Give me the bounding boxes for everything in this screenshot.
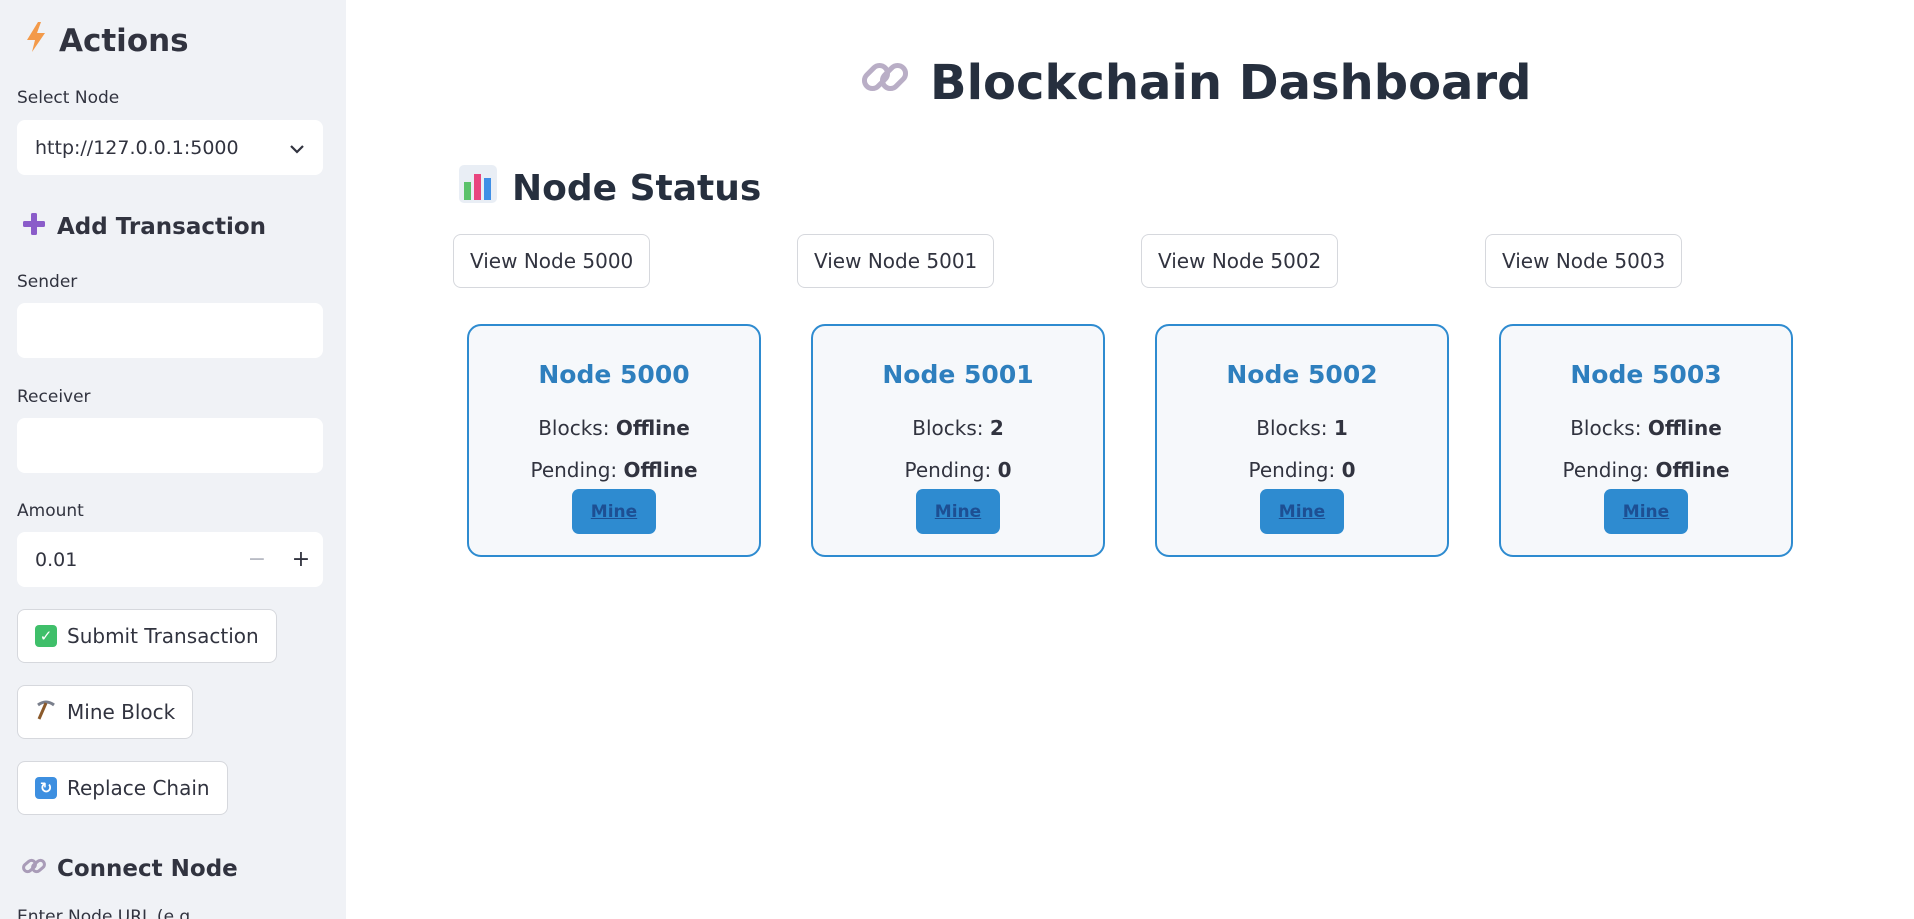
sidebar-title-text: Actions xyxy=(59,23,189,59)
pending-value: 0 xyxy=(1341,458,1356,482)
sidebar-title: Actions xyxy=(25,18,189,64)
node-blocks: Blocks: Offline xyxy=(469,416,759,440)
sender-label: Sender xyxy=(17,272,78,292)
replace-chain-label: Replace Chain xyxy=(67,776,210,800)
view-node-5001-button[interactable]: View Node 5001 xyxy=(797,234,995,288)
node-pending: Pending: 0 xyxy=(813,458,1103,482)
mine-block-label: Mine Block xyxy=(67,700,176,724)
node-url-label: Enter Node URL (e.g. xyxy=(17,907,196,919)
node-blocks: Blocks: Offline xyxy=(1501,416,1791,440)
mine-button[interactable]: Mine xyxy=(1604,489,1688,534)
node-card: Node 5000 Blocks: Offline Pending: Offli… xyxy=(467,324,761,557)
amount-stepper: 0.01 − + xyxy=(17,532,323,587)
blocks-label: Blocks: xyxy=(912,416,984,440)
pending-label: Pending: xyxy=(530,458,618,482)
check-icon: ✓ xyxy=(35,625,57,647)
select-node-dropdown[interactable]: http://127.0.0.1:5000 xyxy=(17,120,323,175)
lightning-icon xyxy=(25,21,47,61)
mine-block-button[interactable]: Mine Block xyxy=(17,685,194,739)
node-card-title: Node 5001 xyxy=(882,360,1034,389)
pending-value: Offline xyxy=(623,458,698,482)
node-card: Node 5001 Blocks: 2 Pending: 0 Mine xyxy=(811,324,1105,557)
sidebar: Actions Select Node http://127.0.0.1:500… xyxy=(0,0,346,919)
chevron-down-icon xyxy=(289,137,305,159)
connect-node-heading-text: Connect Node xyxy=(57,856,238,882)
blocks-label: Blocks: xyxy=(1570,416,1642,440)
submit-transaction-label: Submit Transaction xyxy=(67,624,259,648)
node-pending: Pending: 0 xyxy=(1157,458,1447,482)
node-card-title: Node 5003 xyxy=(1570,360,1722,389)
link-icon xyxy=(860,52,910,114)
amount-decrement-button[interactable]: − xyxy=(235,532,279,587)
page-title-text: Blockchain Dashboard xyxy=(930,55,1532,111)
blocks-value: 2 xyxy=(989,416,1004,440)
amount-label: Amount xyxy=(17,501,84,521)
pending-value: 0 xyxy=(997,458,1012,482)
pending-label: Pending: xyxy=(904,458,992,482)
pending-label: Pending: xyxy=(1562,458,1650,482)
mine-button[interactable]: Mine xyxy=(572,489,656,534)
node-pending: Pending: Offline xyxy=(1501,458,1791,482)
connect-node-heading: Connect Node xyxy=(21,852,238,886)
node-blocks: Blocks: 2 xyxy=(813,416,1103,440)
receiver-label: Receiver xyxy=(17,387,91,407)
pending-value: Offline xyxy=(1655,458,1730,482)
view-node-5003-button[interactable]: View Node 5003 xyxy=(1485,234,1683,288)
add-transaction-heading: Add Transaction xyxy=(21,210,266,244)
plus-icon xyxy=(21,211,47,243)
pickaxe-icon xyxy=(35,699,57,726)
blocks-label: Blocks: xyxy=(538,416,610,440)
link-icon xyxy=(21,853,47,885)
node-card-title: Node 5002 xyxy=(1226,360,1378,389)
section-title-text: Node Status xyxy=(512,167,762,209)
amount-increment-button[interactable]: + xyxy=(279,532,323,587)
view-node-5002-button[interactable]: View Node 5002 xyxy=(1141,234,1339,288)
bar-chart-icon xyxy=(458,164,498,213)
select-node-label: Select Node xyxy=(17,88,120,108)
replace-chain-button[interactable]: ↻ Replace Chain xyxy=(17,761,228,815)
view-node-5000-button[interactable]: View Node 5000 xyxy=(453,234,651,288)
add-transaction-heading-text: Add Transaction xyxy=(57,214,267,240)
pending-label: Pending: xyxy=(1248,458,1336,482)
sender-input[interactable] xyxy=(17,303,323,358)
mine-button[interactable]: Mine xyxy=(1260,489,1344,534)
blocks-label: Blocks: xyxy=(1256,416,1328,440)
node-card: Node 5002 Blocks: 1 Pending: 0 Mine xyxy=(1155,324,1449,557)
blocks-value: Offline xyxy=(1647,416,1722,440)
node-pending: Pending: Offline xyxy=(469,458,759,482)
node-card: Node 5003 Blocks: Offline Pending: Offli… xyxy=(1499,324,1793,557)
blocks-value: 1 xyxy=(1333,416,1348,440)
blocks-value: Offline xyxy=(615,416,690,440)
select-node-value: http://127.0.0.1:5000 xyxy=(35,136,239,159)
node-card-title: Node 5000 xyxy=(538,360,690,389)
receiver-input[interactable] xyxy=(17,418,323,473)
mine-button[interactable]: Mine xyxy=(916,489,1000,534)
page-title: Blockchain Dashboard xyxy=(860,50,1531,116)
node-blocks: Blocks: 1 xyxy=(1157,416,1447,440)
section-title: Node Status xyxy=(458,164,762,213)
refresh-icon: ↻ xyxy=(35,777,57,799)
submit-transaction-button[interactable]: ✓ Submit Transaction xyxy=(17,609,277,663)
amount-input[interactable]: 0.01 xyxy=(17,549,235,571)
